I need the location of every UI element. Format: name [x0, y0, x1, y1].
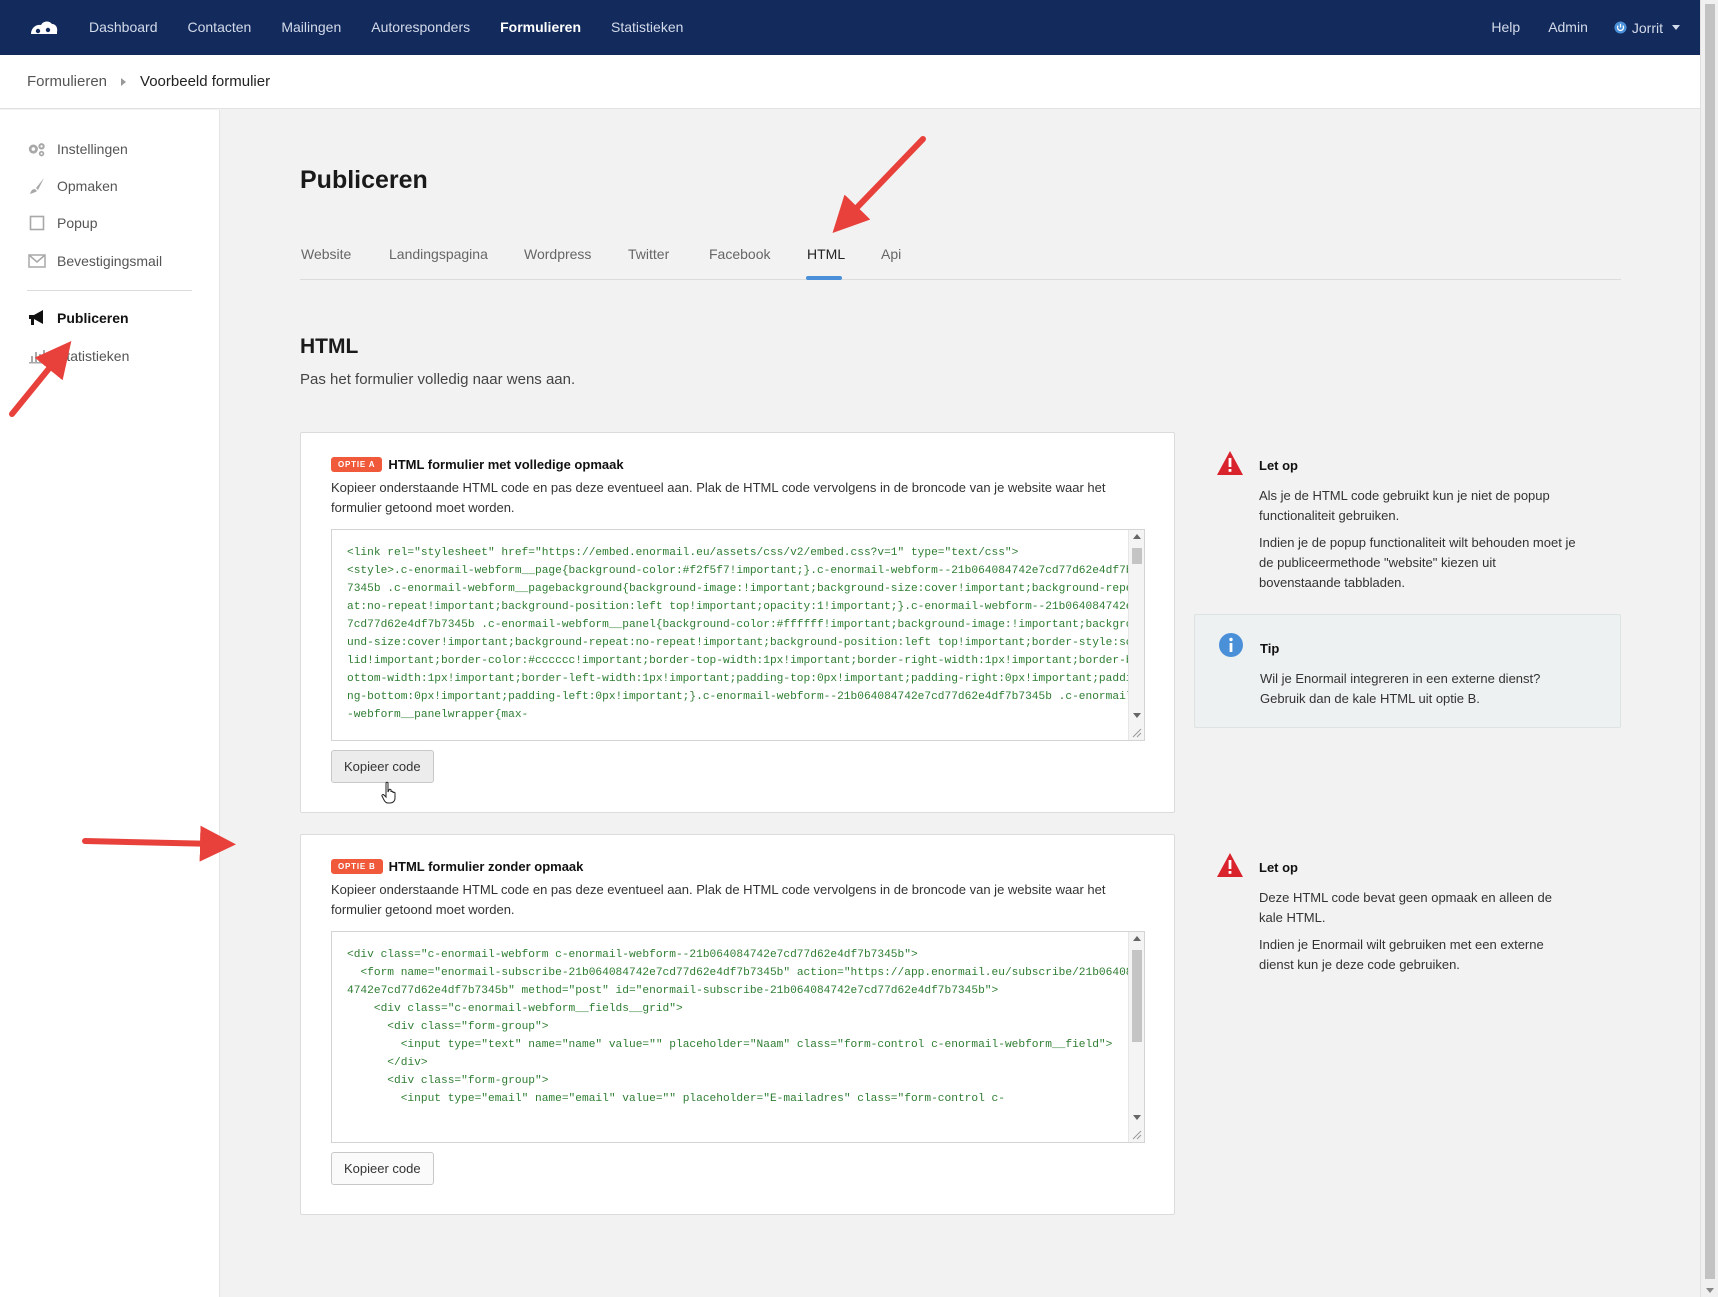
active-tab-indicator — [806, 276, 842, 280]
nav-autoresponders[interactable]: Autoresponders — [356, 0, 485, 55]
sidebar-divider — [27, 290, 192, 291]
nav-help[interactable]: Help — [1477, 0, 1534, 55]
tab-html[interactable]: HTML — [807, 246, 845, 262]
nav-dashboard[interactable]: Dashboard — [74, 0, 173, 55]
sidebar-label: Bevestigingsmail — [57, 253, 163, 269]
user-menu[interactable]: Jorrit — [1602, 20, 1680, 36]
option-b-panel: OPTIE B HTML formulier zonder opmaak Kop… — [300, 834, 1175, 1215]
scroll-down-icon — [1133, 1115, 1141, 1120]
page-scrollbar[interactable] — [1700, 0, 1718, 1297]
tab-wordpress[interactable]: Wordpress — [524, 246, 591, 262]
info-icon — [1219, 633, 1243, 657]
warning-icon — [1217, 853, 1243, 877]
warning-note-a: Let op Als je de HTML code gebruikt kun … — [1194, 432, 1621, 602]
sidebar-label: Popup — [57, 215, 98, 231]
top-navbar: Dashboard Contacten Mailingen Autorespon… — [0, 0, 1700, 55]
tip-title: Tip — [1260, 641, 1280, 656]
option-b-code: <div class="c-enormail-webform c-enormai… — [347, 949, 1133, 1105]
breadcrumb-formulieren[interactable]: Formulieren — [27, 73, 107, 90]
note-text: Als je de HTML code gebruikt kun je niet… — [1259, 488, 1550, 523]
hand-cursor-icon — [381, 781, 396, 804]
tab-landingspagina[interactable]: Landingspagina — [389, 246, 488, 262]
enormail-logo[interactable] — [14, 0, 74, 55]
scroll-down-icon — [1133, 713, 1141, 718]
chevron-right-icon — [121, 77, 127, 86]
megaphone-icon — [27, 309, 47, 327]
option-b-code-textarea[interactable]: <div class="c-enormail-webform c-enormai… — [331, 931, 1145, 1143]
code-scrollbar[interactable] — [1128, 932, 1144, 1142]
tab-api[interactable]: Api — [881, 246, 901, 262]
nav-contacten[interactable]: Contacten — [173, 0, 267, 55]
code-scrollbar[interactable] — [1128, 530, 1144, 740]
option-a-code-textarea[interactable]: <link rel="stylesheet" href="https://emb… — [331, 529, 1145, 741]
sidebar-item-instellingen[interactable]: Instellingen — [27, 140, 128, 158]
nav-formulieren[interactable]: Formulieren — [485, 0, 596, 55]
tip-text: Wil je Enormail integreren in een extern… — [1260, 671, 1541, 706]
envelope-icon — [27, 252, 47, 270]
sidebar-label: Publiceren — [57, 310, 129, 326]
option-a-panel: OPTIE A HTML formulier met volledige opm… — [300, 432, 1175, 813]
tip-note: Tip Wil je Enormail integreren in een ex… — [1194, 614, 1621, 728]
option-b-description: Kopieer onderstaande HTML code en pas de… — [331, 882, 1106, 917]
scroll-down-icon — [1706, 1288, 1714, 1293]
scroll-up-icon — [1133, 534, 1141, 539]
option-a-title: HTML formulier met volledige opmaak — [388, 457, 624, 472]
scrollbar-thumb[interactable] — [1132, 548, 1142, 564]
sidebar-item-statistieken[interactable]: Statistieken — [27, 347, 129, 365]
sidebar-item-bevestigingsmail[interactable]: Bevestigingsmail — [27, 252, 162, 270]
resize-grip-icon[interactable] — [1132, 1130, 1142, 1140]
nav-admin[interactable]: Admin — [1534, 0, 1602, 55]
annotation-arrow-html-tab — [832, 136, 926, 233]
publish-tabs: Website Landingspagina Wordpress Twitter… — [300, 232, 1621, 280]
tab-twitter[interactable]: Twitter — [628, 246, 669, 262]
note-text: Indien je Enormail wilt gebruiken met ee… — [1259, 937, 1544, 972]
note-title: Let op — [1259, 860, 1298, 875]
sidebar-label: Statistieken — [57, 348, 130, 364]
power-icon — [1614, 21, 1627, 34]
sidebar-label: Instellingen — [57, 141, 128, 157]
section-title: HTML — [300, 335, 359, 358]
option-a-badge: OPTIE A — [331, 457, 383, 472]
note-title: Let op — [1259, 458, 1298, 473]
page-title: Publiceren — [300, 166, 428, 194]
bar-chart-icon — [27, 347, 47, 365]
sidebar: Instellingen Opmaken Popup Bevestigingsm… — [0, 110, 220, 1297]
option-b-title: HTML formulier zonder opmaak — [388, 859, 584, 874]
caret-down-icon — [1672, 25, 1680, 30]
warning-icon — [1217, 451, 1243, 475]
note-text: Indien je de popup functionaliteit wilt … — [1259, 535, 1576, 590]
square-icon — [27, 214, 47, 232]
tab-website[interactable]: Website — [301, 246, 351, 262]
nav-statistieken[interactable]: Statistieken — [596, 0, 698, 55]
nav-mailingen[interactable]: Mailingen — [266, 0, 356, 55]
note-text: Deze HTML code bevat geen opmaak en alle… — [1259, 890, 1552, 925]
user-name: Jorrit — [1631, 19, 1663, 36]
option-b-badge: OPTIE B — [331, 859, 383, 874]
page-scrollbar-thumb[interactable] — [1705, 4, 1715, 1279]
breadcrumb: Formulieren Voorbeeld formulier — [0, 55, 1700, 109]
section-subtitle: Pas het formulier volledig naar wens aan… — [300, 371, 576, 388]
scrollbar-thumb[interactable] — [1132, 950, 1142, 1042]
brush-icon — [27, 177, 47, 195]
sidebar-item-publiceren[interactable]: Publiceren — [27, 309, 129, 327]
option-b-copy-button[interactable]: Kopieer code — [331, 1152, 434, 1185]
gears-icon — [27, 140, 47, 158]
sidebar-label: Opmaken — [57, 178, 118, 194]
resize-grip-icon[interactable] — [1132, 728, 1142, 738]
scroll-up-icon — [1133, 936, 1141, 941]
breadcrumb-current: Voorbeeld formulier — [140, 73, 271, 90]
option-a-copy-button[interactable]: Kopieer code — [331, 750, 434, 783]
option-a-description: Kopieer onderstaande HTML code en pas de… — [331, 480, 1106, 515]
tab-facebook[interactable]: Facebook — [709, 246, 770, 262]
warning-note-b: Let op Deze HTML code bevat geen opmaak … — [1194, 834, 1621, 984]
option-a-code: <link rel="stylesheet" href="https://emb… — [347, 547, 1133, 721]
sidebar-item-opmaken[interactable]: Opmaken — [27, 177, 118, 195]
sidebar-item-popup[interactable]: Popup — [27, 214, 97, 232]
